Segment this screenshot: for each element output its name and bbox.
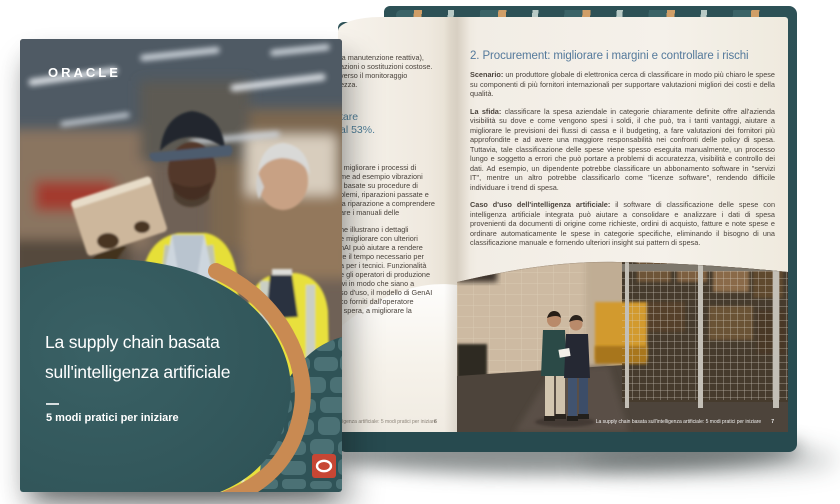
left-page-paragraph: l migliorare i processi di me ad esempio… (340, 163, 458, 217)
paragraph-sfida: La sfida: classificare la spesa aziendal… (470, 107, 775, 193)
right-page-number: 7 (771, 419, 774, 425)
warehouse-aisle-illustration (457, 250, 788, 432)
left-page-line: la manutenzione reattiva), (340, 53, 458, 62)
right-page: 2. Procurement: migliorare i margini e c… (457, 17, 788, 432)
paragraph-text: un produttore globale di elettronica cer… (470, 70, 775, 98)
paragraph-caso-duso: Caso d'uso dell'intelligenza artificiale… (470, 200, 775, 248)
title-divider (46, 403, 59, 405)
left-page-line: nAI può aiutare a rendere (340, 243, 458, 252)
paragraph-lead: Caso d'uso dell'intelligenza artificiale… (470, 200, 610, 209)
paragraph-text: classificare la spesa aziendale in categ… (470, 107, 775, 192)
open-book-spread: la manutenzione reattiva), azioni o sost… (338, 6, 797, 452)
oracle-badge-icon (312, 454, 336, 478)
paragraph-lead: La sfida: (470, 107, 501, 116)
cover-title-line1: La supply chain basata (45, 327, 230, 357)
left-page-line: ivi in modo che siano a (340, 279, 458, 288)
warehouse-aisle-photo (457, 250, 788, 432)
left-page-line: he illustrano i dettagli (340, 225, 458, 234)
left-page-line: ezza. (340, 80, 458, 89)
wire-mesh (622, 250, 788, 400)
left-page-line: re il tempo necessario per (340, 252, 458, 261)
left-page-line: l migliorare i processi di (340, 163, 458, 172)
left-page-line: are i manuali delle (340, 208, 458, 217)
ebook-mockup: la manutenzione reattiva), azioni o sost… (0, 0, 840, 504)
paragraph-lead: Scenario: (470, 70, 503, 79)
cover-subtitle: 5 modi pratici per iniziare (46, 412, 179, 424)
left-page-line: e gli operatori di produzione (340, 270, 458, 279)
left-page-paragraph: he illustrano i dettagli e migliorare co… (340, 225, 458, 315)
left-page-number: 6 (434, 419, 437, 425)
cover-title: La supply chain basata sull'intelligenza… (45, 327, 230, 387)
section-heading: 2. Procurement: migliorare i margini e c… (470, 50, 780, 62)
left-page-line: me ad esempio vibrazioni (340, 172, 458, 181)
left-page-line: e migliorare con ulteriori (340, 234, 458, 243)
left-page-line: blemi, riparazioni passate e (340, 190, 458, 199)
paragraph-scenario: Scenario: un produttore globale di elett… (470, 70, 775, 99)
left-page-line: azioni o sostituzioni costose. (340, 62, 458, 71)
left-page-footer: lligenza artificiale: 5 modi pratici per… (340, 419, 456, 425)
photo-content (457, 250, 788, 432)
left-page-text: la manutenzione reattiva), azioni o sost… (340, 53, 458, 315)
ebook-front-cover: ORACLE La supply chain basata sull'intel… (20, 39, 342, 492)
footer-text: La supply chain basata sull'intelligenza… (596, 419, 762, 425)
cover-artwork (20, 39, 342, 492)
stat-line: tare (340, 111, 458, 124)
spread-pages: la manutenzione reattiva), azioni o sost… (338, 17, 788, 432)
right-page-footer: La supply chain basata sull'intelligenza… (457, 419, 774, 425)
stat-line: al 53%. (340, 124, 458, 137)
left-page-line: so d'uso, il modello di GenAI (340, 288, 458, 297)
left-page-line: verso il monitoraggio (340, 71, 458, 80)
cover-title-line2: sull'intelligenza artificiale (45, 357, 230, 387)
left-page-stat: tare al 53%. (340, 111, 458, 137)
left-page-line: i basate su procedure di (340, 181, 458, 190)
left-page-line: i spera, a migliorare la (340, 306, 458, 315)
left-page-line: co forniti dall'operatore (340, 297, 458, 306)
left-page-line: la riparazione a comprendere (340, 199, 458, 208)
oracle-wordmark: ORACLE (48, 65, 121, 80)
left-page-line: a per i tecnici. Funzionalità (340, 261, 458, 270)
